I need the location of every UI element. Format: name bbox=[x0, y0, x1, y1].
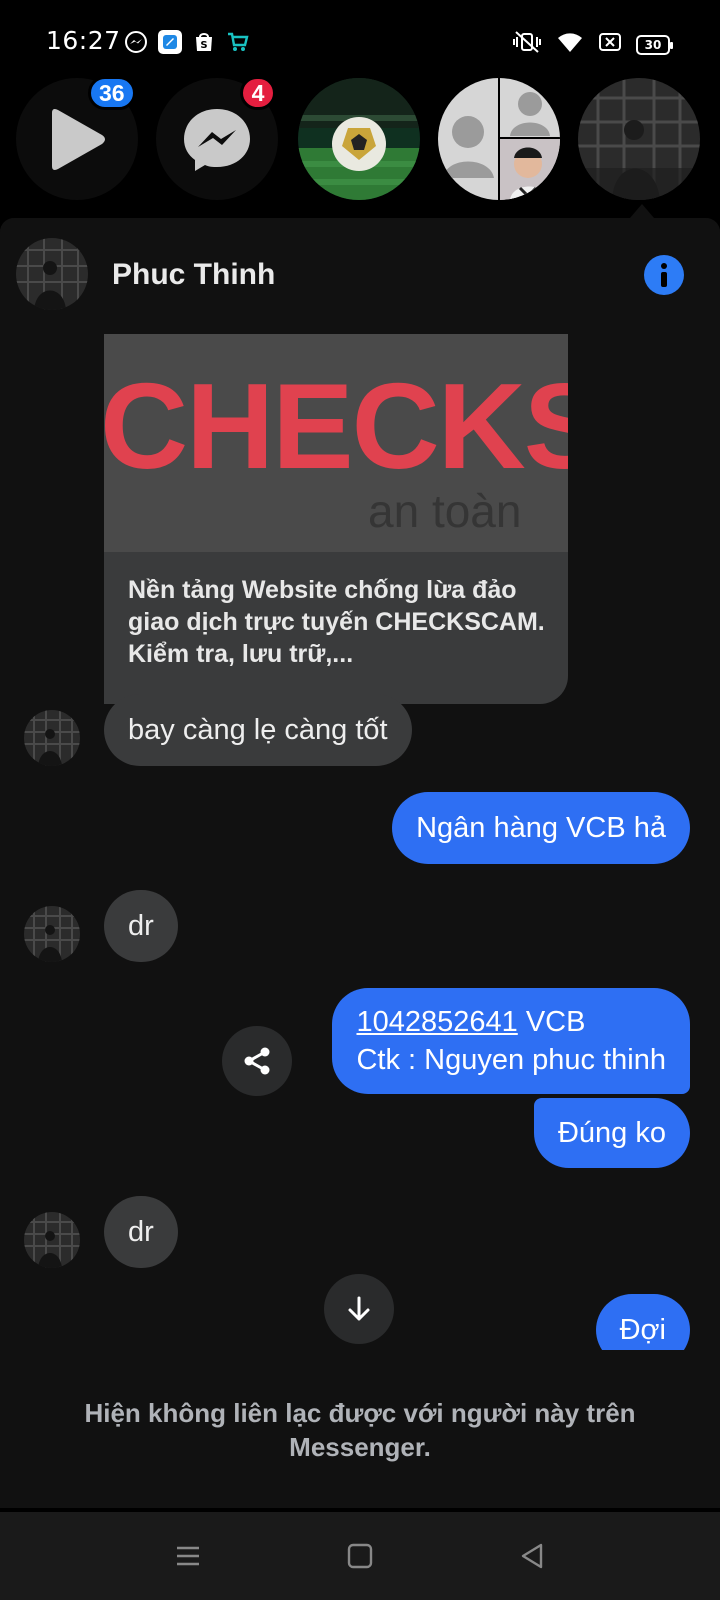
back-nav-button[interactable] bbox=[514, 1538, 550, 1574]
shopee-icon: S bbox=[192, 30, 216, 54]
message-bubble-incoming[interactable]: dr bbox=[104, 890, 178, 962]
messenger-icon bbox=[124, 30, 148, 54]
status-bar: 16:27 S 30 bbox=[0, 0, 720, 88]
mute-vibrate-icon bbox=[512, 30, 542, 59]
message-text: Đợi bbox=[619, 1314, 666, 1346]
messenger-badge: 4 bbox=[240, 76, 276, 110]
message-text: dr bbox=[128, 910, 154, 942]
message-bubble-outgoing[interactable]: Ngân hàng VCB hả bbox=[392, 792, 690, 864]
message-bubble-incoming[interactable]: bay càng lẹ càng tốt bbox=[104, 694, 412, 766]
link-image-title: CHECKSC bbox=[104, 358, 568, 494]
menu-icon bbox=[177, 1546, 199, 1566]
group-avatar-photo bbox=[438, 78, 560, 200]
group-chat-head[interactable] bbox=[438, 78, 560, 200]
message-text: bay càng lẹ càng tốt bbox=[128, 714, 388, 746]
cart-app-icon bbox=[226, 30, 250, 54]
video-badge: 36 bbox=[88, 76, 136, 110]
share-icon bbox=[244, 1047, 270, 1075]
contact-avatar[interactable] bbox=[16, 238, 88, 310]
active-head-pointer bbox=[630, 204, 654, 218]
chat-panel: CHECKSC an toàn Nền tảng Website chống l… bbox=[0, 218, 720, 1508]
home-icon bbox=[347, 1543, 373, 1569]
contact-avatar-small[interactable] bbox=[24, 1212, 80, 1268]
account-holder-line: Ctk : Nguyen phuc thinh bbox=[356, 1044, 666, 1076]
status-time: 16:27 bbox=[46, 26, 121, 55]
notification-icons: S bbox=[124, 30, 250, 54]
clipped-message-area: Đợi bbox=[0, 1278, 720, 1350]
message-text: dr bbox=[128, 1216, 154, 1248]
wifi-icon bbox=[556, 30, 584, 59]
system-nav-bar bbox=[0, 1512, 720, 1600]
share-button[interactable] bbox=[222, 1026, 292, 1096]
message-bubble-outgoing[interactable]: Đợi bbox=[595, 1294, 690, 1350]
message-text: Đúng ko bbox=[557, 1117, 666, 1149]
account-number-link[interactable]: 1042852641 bbox=[356, 1006, 517, 1038]
chat-heads-row: 36 4 bbox=[0, 76, 720, 206]
message-bubble-incoming[interactable]: dr bbox=[104, 1196, 178, 1268]
link-preview-card[interactable]: CHECKSC an toàn Nền tảng Website chống l… bbox=[104, 334, 568, 704]
bank-name: VCB bbox=[517, 1006, 586, 1038]
soccer-ball-photo bbox=[298, 78, 420, 200]
menu-nav-button[interactable] bbox=[170, 1538, 206, 1574]
contact-name[interactable]: Phuc Thinh bbox=[112, 258, 275, 292]
message-bubble-account[interactable]: 1042852641 VCB Ctk : Nguyen phuc thinh bbox=[332, 988, 690, 1094]
svg-text:S: S bbox=[200, 40, 207, 51]
link-preview-text: Nền tảng Website chống lừa đảo giao dịch… bbox=[128, 576, 545, 668]
account-line: 1042852641 VCB bbox=[356, 1003, 585, 1041]
message-bubble-outgoing[interactable]: Đúng ko bbox=[533, 1098, 690, 1168]
info-icon bbox=[661, 263, 667, 287]
system-icons: 30 bbox=[512, 30, 673, 59]
home-nav-button[interactable] bbox=[342, 1538, 378, 1574]
link-preview-image: CHECKSC an toàn bbox=[104, 334, 568, 552]
contact-avatar-small[interactable] bbox=[24, 710, 80, 766]
info-button[interactable] bbox=[644, 255, 684, 295]
message-list[interactable]: CHECKSC an toàn Nền tảng Website chống l… bbox=[0, 218, 720, 1378]
link-image-subtitle: an toàn bbox=[368, 485, 522, 537]
message-text: Ngân hàng VCB hả bbox=[416, 812, 666, 844]
blue-app-icon bbox=[158, 30, 182, 54]
football-chat-head[interactable] bbox=[298, 78, 420, 200]
contact-avatar-small[interactable] bbox=[24, 906, 80, 962]
battery-icon: 30 bbox=[636, 34, 673, 55]
phuc-thinh-chat-head[interactable] bbox=[578, 78, 700, 200]
unavailable-notice: Hiện không liên lạc được với người này t… bbox=[84, 1398, 636, 1462]
conversation-header: Phuc Thinh bbox=[0, 218, 720, 318]
dark-portrait-photo bbox=[578, 78, 700, 200]
data-saver-icon bbox=[598, 31, 622, 58]
back-icon bbox=[521, 1543, 543, 1569]
